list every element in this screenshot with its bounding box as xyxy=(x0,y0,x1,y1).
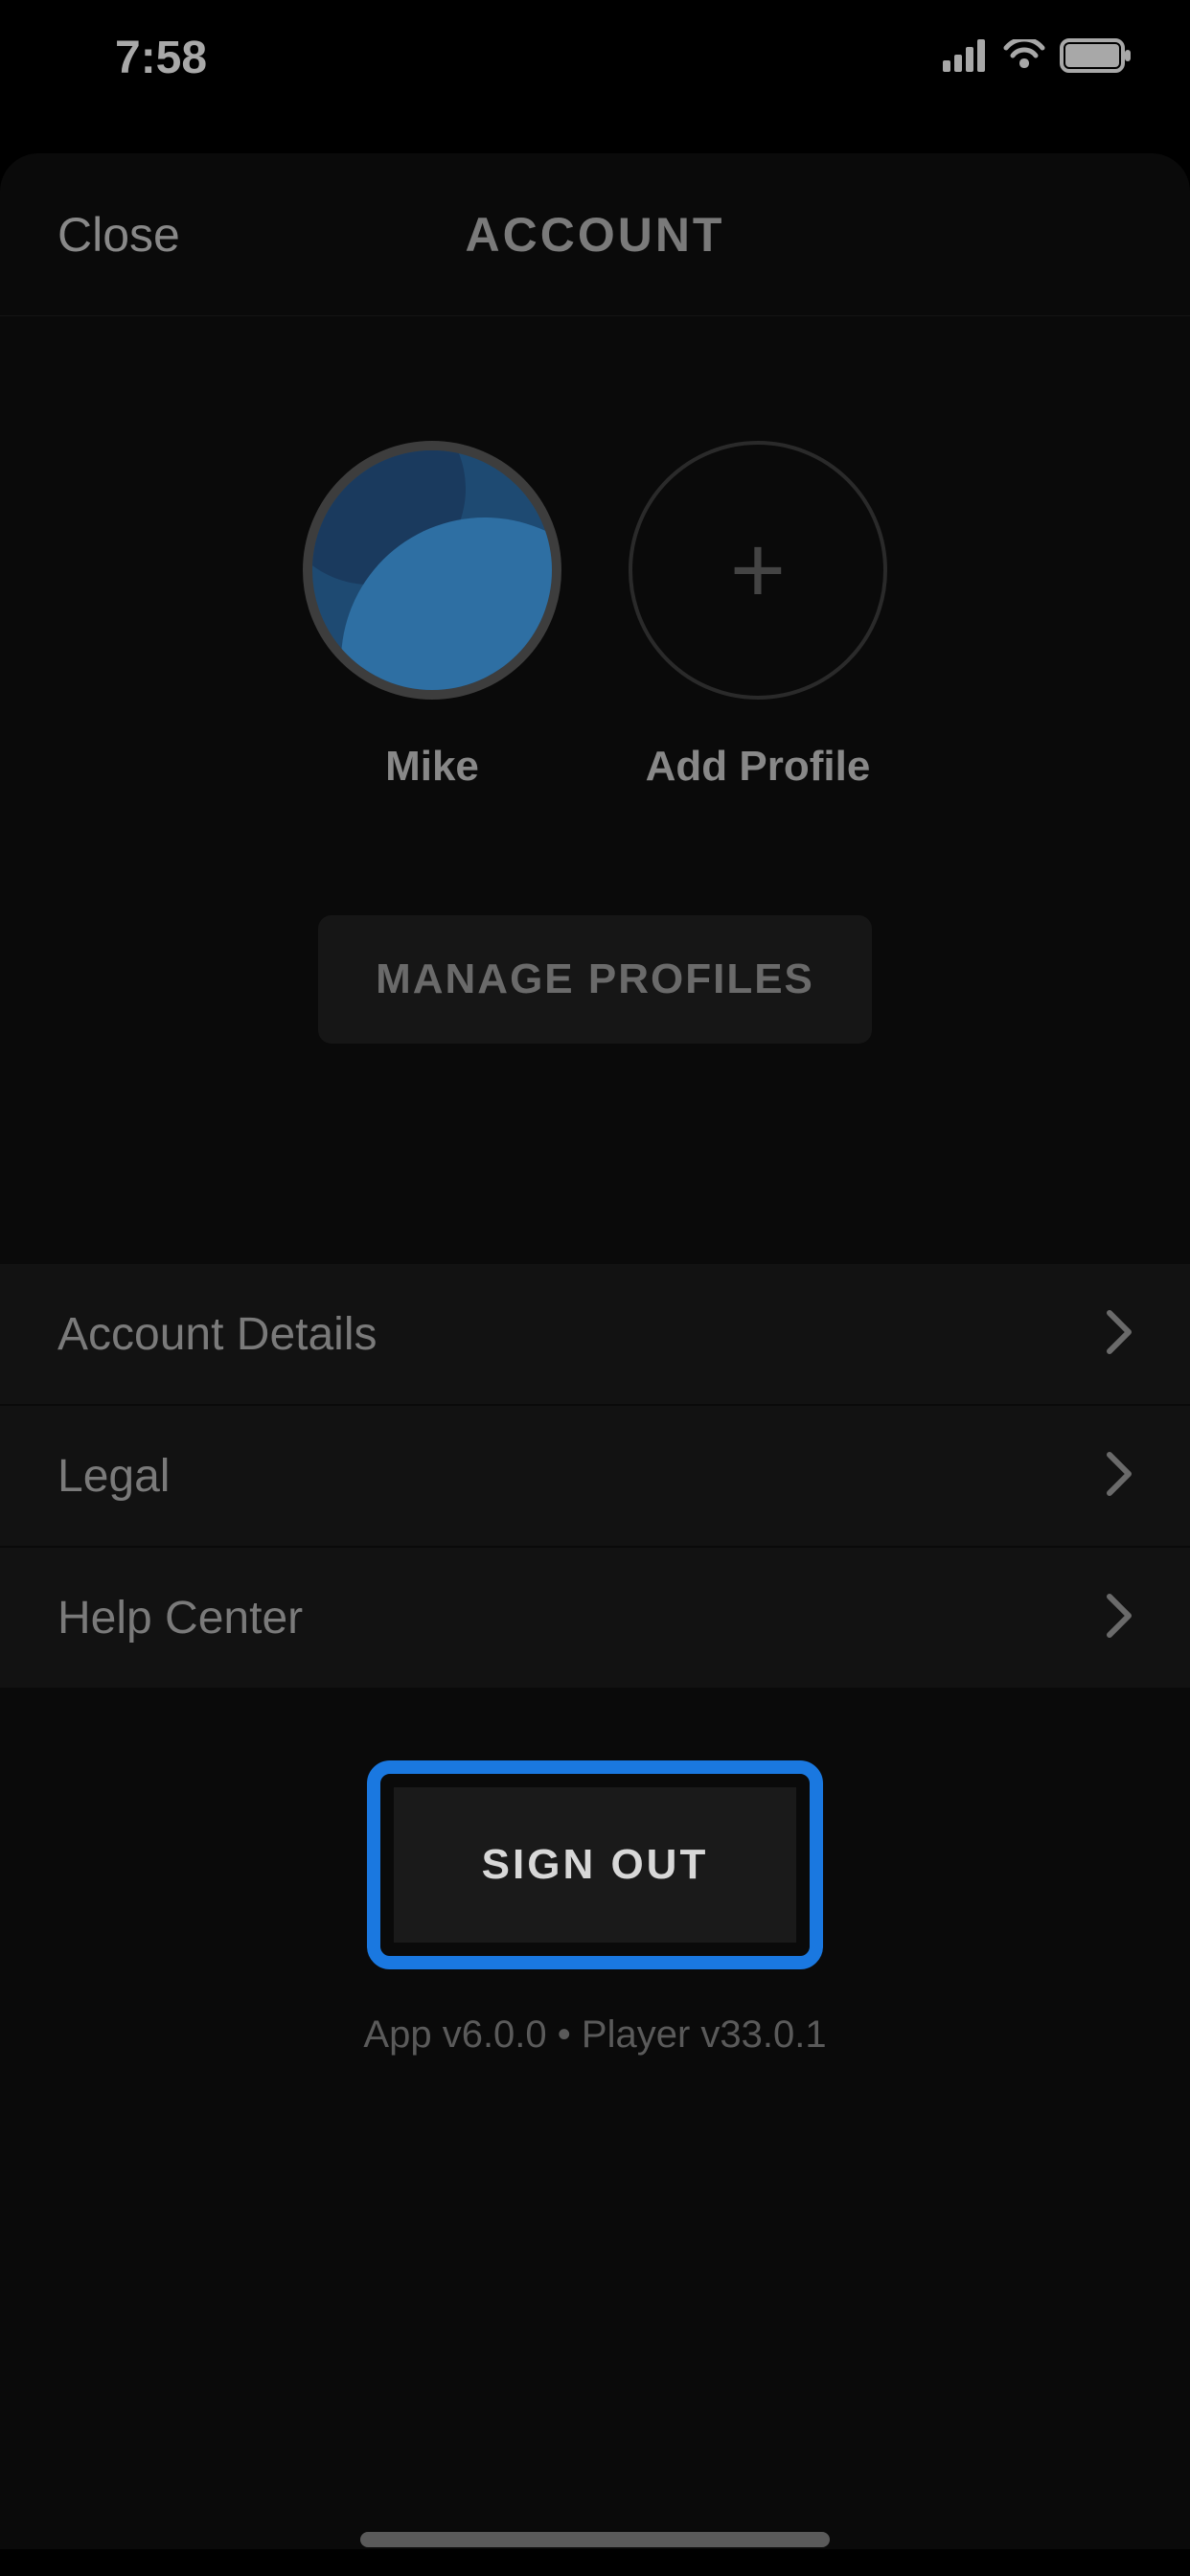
profile-label: Mike xyxy=(385,743,479,791)
account-sheet: Close ACCOUNT Mike + Add Profile MANAGE … xyxy=(0,153,1190,2549)
chevron-right-icon xyxy=(1106,1309,1133,1360)
profiles-section: Mike + Add Profile MANAGE PROFILES xyxy=(0,316,1190,1120)
status-icons xyxy=(943,38,1133,78)
sign-out-button[interactable]: SIGN OUT xyxy=(380,1774,811,1956)
add-profile-button[interactable]: + Add Profile xyxy=(629,441,887,791)
manage-profiles-button[interactable]: MANAGE PROFILES xyxy=(318,915,872,1044)
chevron-right-icon xyxy=(1106,1593,1133,1644)
nav-header: Close ACCOUNT xyxy=(0,153,1190,316)
profile-item-mike[interactable]: Mike xyxy=(303,441,561,791)
menu-item-account-details[interactable]: Account Details xyxy=(0,1264,1190,1406)
cellular-icon xyxy=(943,39,989,77)
close-button[interactable]: Close xyxy=(57,207,180,263)
add-profile-circle: + xyxy=(629,441,887,700)
menu-list: Account Details Legal Help Center xyxy=(0,1264,1190,1690)
chevron-right-icon xyxy=(1106,1451,1133,1502)
version-text: App v6.0.0 • Player v33.0.1 xyxy=(0,2013,1190,2057)
wifi-icon xyxy=(1002,39,1046,77)
menu-item-legal[interactable]: Legal xyxy=(0,1406,1190,1548)
menu-item-label: Account Details xyxy=(57,1308,378,1361)
menu-item-help-center[interactable]: Help Center xyxy=(0,1548,1190,1690)
profiles-row: Mike + Add Profile xyxy=(0,441,1190,791)
menu-item-label: Help Center xyxy=(57,1592,303,1644)
status-bar: 7:58 xyxy=(0,0,1190,105)
add-profile-label: Add Profile xyxy=(646,743,871,791)
battery-icon xyxy=(1060,38,1133,78)
page-title: ACCOUNT xyxy=(466,207,725,263)
menu-item-label: Legal xyxy=(57,1450,170,1503)
home-indicator xyxy=(360,2532,830,2547)
plus-icon: + xyxy=(730,522,786,618)
status-time: 7:58 xyxy=(57,32,207,84)
signout-wrapper: SIGN OUT xyxy=(0,1774,1190,1956)
avatar xyxy=(303,441,561,700)
